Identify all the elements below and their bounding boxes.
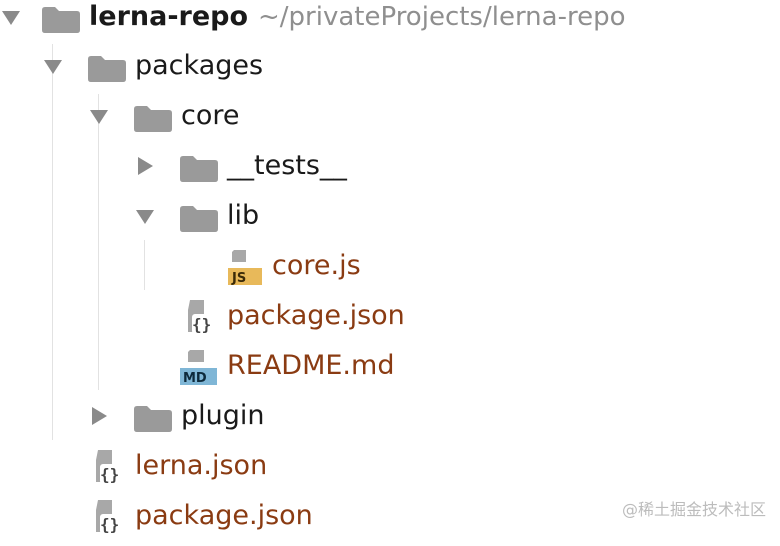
tree-node-core[interactable]: core: [0, 96, 780, 146]
tree-node-packages[interactable]: packages: [0, 46, 780, 96]
tree-node-lib[interactable]: lib: [0, 196, 780, 246]
chevron-down-icon[interactable]: [0, 6, 22, 28]
tree-node-lerna-repo[interactable]: lerna-repo ~/privateProjects/lerna-repo: [0, 0, 780, 47]
tree-node-core-package-json[interactable]: {} package.json: [0, 296, 780, 346]
folder-icon: [88, 56, 126, 82]
tree-node-label: lerna.json: [135, 450, 268, 481]
tree-node-label: lib: [227, 200, 260, 231]
chevron-right-icon[interactable]: [134, 155, 156, 177]
json-file-icon: {}: [188, 300, 218, 334]
tree-node-label: plugin: [181, 400, 265, 431]
markdown-file-icon: MD: [180, 350, 217, 386]
tree-node-lerna-json[interactable]: {} lerna.json: [0, 446, 780, 496]
tree-node-label: README.md: [227, 350, 395, 381]
tree-node-label: package.json: [227, 300, 405, 331]
chevron-down-icon[interactable]: [88, 105, 110, 127]
tree-node-label: lerna-repo: [89, 1, 249, 32]
tree-node-label: core.js: [272, 250, 361, 281]
chevron-right-icon[interactable]: [88, 405, 110, 427]
tree-node-label: package.json: [135, 500, 313, 531]
watermark: @稀土掘金技术社区: [621, 500, 766, 519]
tree-node-label: core: [181, 100, 240, 131]
folder-icon: [134, 406, 172, 432]
tree-node-label: __tests__: [227, 150, 347, 181]
folder-icon: [180, 156, 218, 182]
js-badge-text: JS: [231, 271, 246, 286]
md-badge-text: MD: [183, 371, 207, 386]
chevron-down-icon[interactable]: [42, 55, 64, 77]
svg-text:{}: {}: [192, 315, 211, 334]
js-file-icon: JS: [228, 250, 262, 286]
json-file-icon: {}: [96, 500, 126, 534]
tree-node-readme[interactable]: MD README.md: [0, 346, 780, 396]
json-file-icon: {}: [96, 450, 126, 484]
tree-node-tests[interactable]: __tests__: [0, 146, 780, 196]
folder-icon: [180, 206, 218, 232]
svg-text:{}: {}: [100, 465, 119, 484]
project-path: ~/privateProjects/lerna-repo: [258, 2, 626, 32]
tree-node-core-js[interactable]: JS core.js: [0, 246, 780, 296]
folder-icon: [42, 7, 80, 33]
tree-node-plugin[interactable]: plugin: [0, 396, 780, 446]
svg-text:{}: {}: [100, 515, 119, 534]
chevron-down-icon[interactable]: [134, 205, 156, 227]
tree-node-label: packages: [135, 50, 264, 81]
folder-icon: [134, 106, 172, 132]
